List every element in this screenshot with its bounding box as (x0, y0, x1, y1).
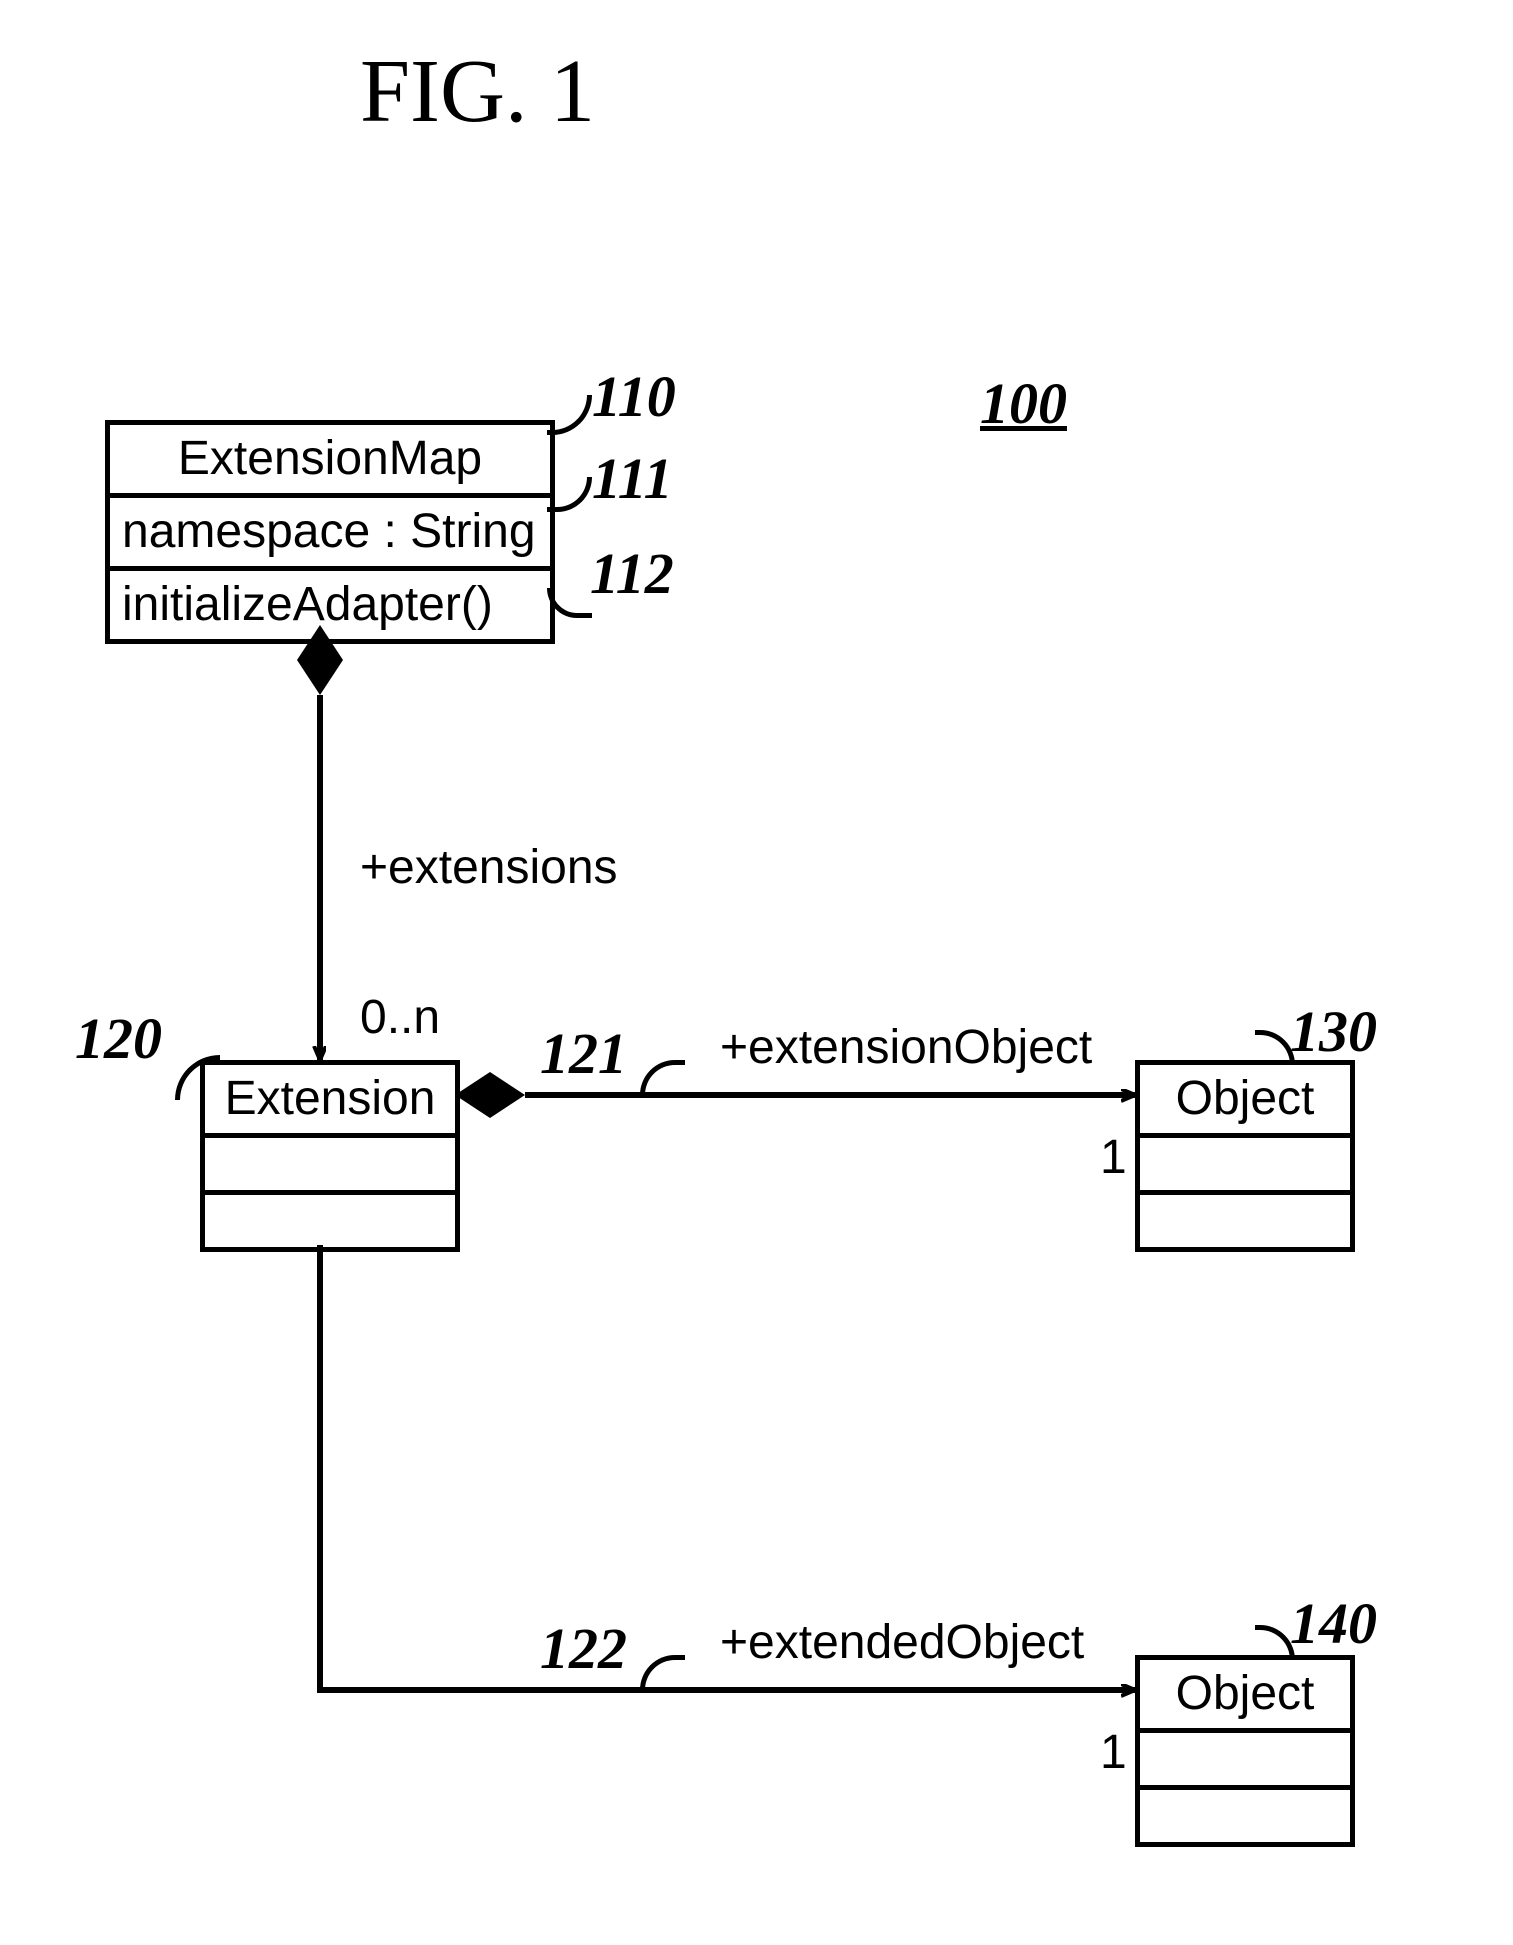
ref-130: 130 (1290, 998, 1377, 1065)
class-extension-op-empty (205, 1195, 455, 1247)
ref-112: 112 (590, 540, 674, 607)
class-extensionmap-name: ExtensionMap (110, 425, 550, 498)
assoc-extensionobject-role: +extensionObject (720, 1020, 1092, 1075)
figure-title: FIG. 1 (360, 40, 595, 143)
class-object-130-attr-empty (1140, 1138, 1350, 1195)
diagram-canvas: FIG. 1 100 ExtensionMap namespace : Stri… (0, 0, 1513, 1945)
class-extension-attr-empty (205, 1138, 455, 1195)
diagram-id-label: 100 (980, 370, 1067, 437)
class-extensionmap-attribute: namespace : String (110, 498, 550, 571)
composition-diamond-extension-right (455, 1072, 525, 1118)
ref-140: 140 (1290, 1590, 1377, 1657)
class-object-140-name: Object (1140, 1660, 1350, 1733)
class-object-140-attr-empty (1140, 1733, 1350, 1790)
class-extension-name: Extension (205, 1065, 455, 1138)
class-object-130-op-empty (1140, 1195, 1350, 1247)
assoc-extensions-role: +extensions (360, 840, 618, 895)
assoc-extendedobject-mult: 1 (1100, 1725, 1127, 1780)
class-extensionmap: ExtensionMap namespace : String initiali… (105, 420, 555, 644)
assoc-extensionobject-mult: 1 (1100, 1130, 1127, 1185)
ref-111: 111 (592, 445, 673, 512)
ref-120: 120 (75, 1005, 162, 1072)
ref-122: 122 (540, 1615, 627, 1682)
leader-140 (1255, 1625, 1295, 1660)
leader-130 (1255, 1030, 1295, 1065)
class-extension: Extension (200, 1060, 460, 1252)
leader-121 (640, 1060, 685, 1095)
assoc-extendedobject-role: +extendedObject (720, 1615, 1084, 1670)
ref-121: 121 (540, 1020, 627, 1087)
leader-110 (547, 395, 592, 435)
leader-120 (175, 1055, 220, 1100)
class-object-140-op-empty (1140, 1790, 1350, 1842)
class-object-130: Object (1135, 1060, 1355, 1252)
class-extensionmap-operation: initializeAdapter() (110, 571, 550, 639)
class-object-130-name: Object (1140, 1065, 1350, 1138)
leader-122 (640, 1655, 685, 1690)
leader-111 (547, 477, 592, 512)
ref-110: 110 (592, 363, 676, 430)
class-object-140: Object (1135, 1655, 1355, 1847)
assoc-extensions-mult: 0..n (360, 990, 440, 1045)
